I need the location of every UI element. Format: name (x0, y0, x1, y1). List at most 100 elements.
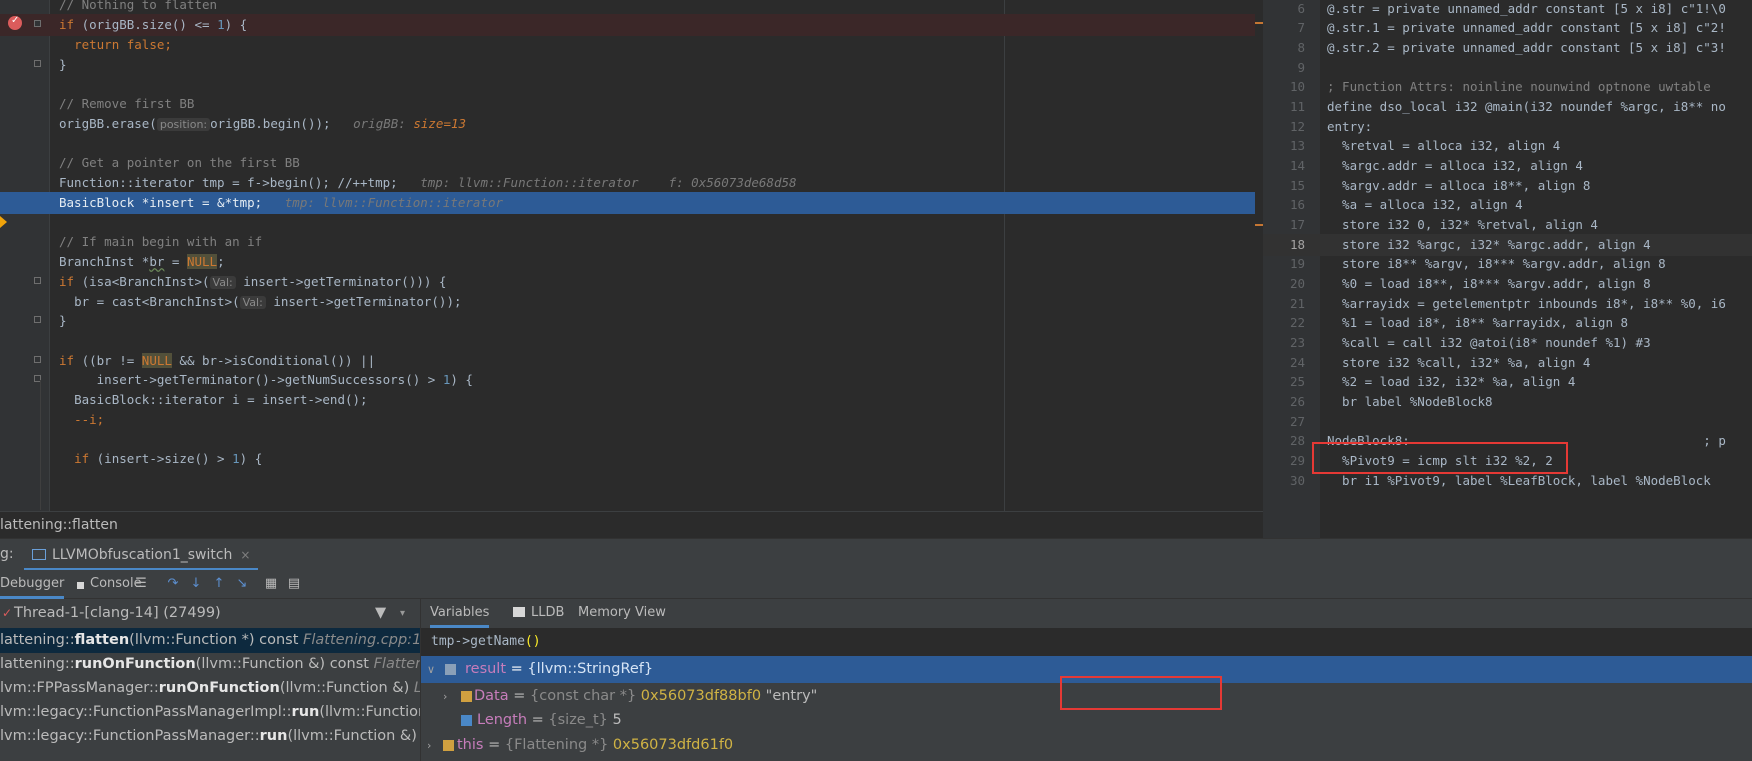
thread-label: Thread-1-[clang-14] (27499) (14, 605, 221, 621)
variable-name: this (457, 737, 484, 753)
breadcrumb[interactable]: lattening::flatten (0, 511, 1263, 538)
debug-toolbar: Debugger Console ☰ ↷ ↓ ↑ ↘ ▦ ▤ (0, 570, 1752, 599)
fold-icon[interactable] (34, 316, 41, 323)
code-text: BranchInst *br = NULL; (59, 251, 225, 273)
tab-lldb[interactable]: LLDB (531, 599, 564, 628)
code-text: BasicBlock *insert = &*tmp; tmp: llvm::F… (59, 192, 503, 214)
table-icon[interactable]: ▦ (263, 576, 279, 592)
code-token: Function::iterator tmp = f->begin(); //+… (59, 175, 398, 190)
menu-icon[interactable]: ☰ (133, 576, 149, 592)
code-text: } (59, 54, 67, 76)
tab-console[interactable]: Console (76, 570, 142, 599)
code-token: br = cast<BranchInst>( (74, 294, 240, 309)
ir-editor[interactable]: 6 @.str = private unnamed_addr constant [… (1263, 0, 1752, 538)
breakpoint-check-icon: ✓ (11, 15, 20, 26)
frame-location: Leg (414, 680, 420, 696)
code-token: f: 0x56073de68d58 (668, 175, 797, 190)
tab-memory-view[interactable]: Memory View (578, 599, 666, 628)
code-line: // Get a pointer on the first BB (0, 152, 1263, 174)
code-token: origBB.erase( (59, 116, 157, 131)
frame-signature: (llvm::Function *) const (129, 632, 304, 648)
thread-selector[interactable]: ✓ Thread-1-[clang-14] (27499) ▼ ▾ (0, 599, 420, 628)
code-text: Function::iterator tmp = f->begin(); //+… (59, 172, 797, 194)
ir-line: 26 br label %NodeBlock8 (1263, 391, 1752, 413)
ir-text: @.str.1 = private unnamed_addr constant … (1327, 20, 1726, 35)
close-icon[interactable]: × (240, 548, 250, 562)
variable-row[interactable]: › Data = {const char *} 0x56073df88bf0 "e… (421, 683, 1752, 710)
variable-row[interactable]: Length = {size_t} 5 (421, 707, 1752, 734)
frame-item[interactable]: lattening::runOnFunction(llvm::Function … (0, 652, 420, 677)
run-config-icon (32, 549, 46, 560)
step-out-icon[interactable]: ↑ (211, 576, 227, 592)
code-token: ; (164, 37, 172, 52)
code-line: // Remove first BB (0, 93, 1263, 115)
frame-signature: (llvm::Function &) const (195, 656, 374, 672)
expand-toggle-icon[interactable]: › (427, 732, 431, 759)
variable-body: this = {Flattening *} 0x56073dfd61f0 (457, 732, 733, 759)
ir-line: 16 %a = alloca i32, align 4 (1263, 194, 1752, 216)
run-to-cursor-icon[interactable]: ↘ (234, 576, 250, 592)
code-token: BasicBlock *insert = &*tmp; (59, 195, 263, 210)
frame-item[interactable]: lvm::legacy::FunctionPassManagerImpl::ru… (0, 700, 420, 725)
memory-icon[interactable]: ▤ (286, 576, 302, 592)
variable-eq: = (508, 688, 530, 704)
code-token: --i; (74, 412, 105, 427)
tab-debugger[interactable]: Debugger (0, 570, 65, 599)
editor-scrollbar[interactable] (1255, 0, 1263, 511)
expand-toggle-icon[interactable]: › (443, 683, 447, 710)
code-editor[interactable]: // Nothing to flatten if (origBB.size() <… (0, 0, 1263, 511)
frame-function: run (291, 704, 320, 720)
code-text: BasicBlock::iterator i = insert->end(); (59, 389, 368, 411)
fold-icon[interactable] (34, 277, 41, 284)
fold-icon[interactable] (34, 20, 41, 27)
breadcrumb-text[interactable]: lattening::flatten (0, 517, 118, 533)
variable-eq: = (527, 712, 549, 728)
fold-icon[interactable] (34, 60, 41, 67)
frame-item[interactable]: lvm::FPPassManager::runOnFunction(llvm::… (0, 676, 420, 701)
code-comment: // Remove first BB (59, 96, 195, 111)
ir-text: %a = alloca i32, align 4 (1327, 197, 1523, 212)
ir-line: 11 define dso_local i32 @main(i32 noundef… (1263, 96, 1752, 118)
step-into-icon[interactable]: ↓ (188, 576, 204, 592)
ir-line: 7 @.str.1 = private unnamed_addr constant… (1263, 17, 1752, 39)
frame-item[interactable]: lvm::legacy::FunctionPassManager::run(ll… (0, 724, 421, 749)
ir-text: store i32 0, i32* %retval, align 4 (1327, 217, 1598, 232)
ir-text: define dso_local i32 @main(i32 noundef %… (1327, 99, 1726, 114)
frame-item[interactable]: lattening::flatten(llvm::Function *) con… (0, 628, 420, 653)
execution-point-icon (0, 216, 7, 228)
code-line: return false; (0, 34, 1263, 56)
variable-value: 5 (607, 712, 622, 728)
code-line: } (0, 54, 1263, 76)
frame-function: runOnFunction (158, 680, 280, 696)
debug-session-bar: g: LLVMObfuscation1_switch × (0, 538, 1752, 571)
code-text: } (59, 310, 67, 332)
code-token: Val: (209, 276, 236, 289)
expand-toggle-icon[interactable]: ∨ (427, 656, 435, 683)
filter-icon[interactable]: ▼ (375, 599, 386, 628)
fold-icon[interactable] (34, 356, 41, 363)
code-token: position: (156, 118, 211, 131)
frame-function: run (259, 728, 288, 744)
ir-line: 17 store i32 0, i32* %retval, align 4 (1263, 214, 1752, 236)
frame-location: Flattenin (373, 656, 420, 672)
code-text: // Remove first BB (59, 93, 194, 115)
variable-row[interactable]: ∨ result = {llvm::StringRef} (421, 656, 1752, 683)
step-over-icon[interactable]: ↷ (165, 576, 181, 592)
chevron-down-icon[interactable]: ▾ (400, 599, 405, 628)
tab-debug-session[interactable]: LLVMObfuscation1_switch × (24, 539, 259, 571)
tab-variables[interactable]: Variables (430, 599, 490, 628)
frame-signature: (llvm::Function &) (287, 728, 421, 744)
code-token: Val: (239, 296, 266, 309)
evaluate-expression-input[interactable]: tmp->getName() (421, 628, 1752, 656)
code-token: (isa<BranchInst>( (74, 274, 210, 289)
scroll-marker (1255, 22, 1263, 24)
variable-row[interactable]: › this = {Flattening *} 0x56073dfd61f0 (421, 732, 1752, 759)
variable-body: Length = {size_t} 5 (477, 707, 622, 734)
variable-type: {Flattening *} (504, 737, 609, 753)
code-line: } (0, 310, 1263, 332)
line-number: 14 (1289, 158, 1305, 173)
